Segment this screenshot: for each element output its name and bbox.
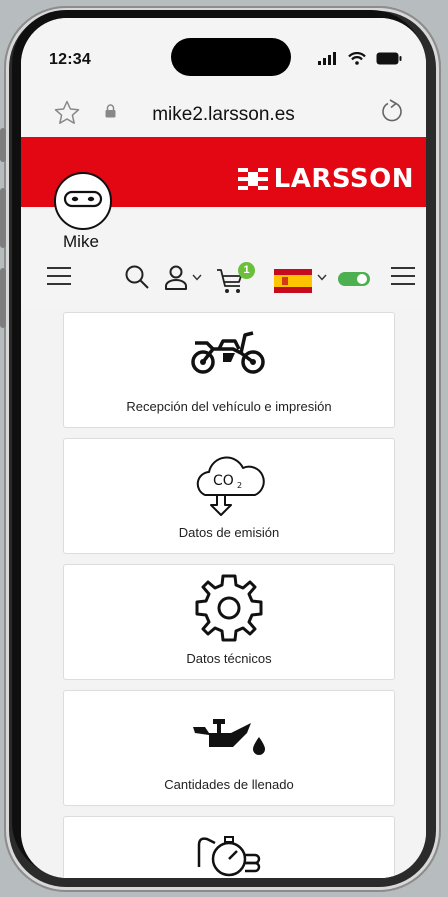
volume-down-button (0, 268, 6, 328)
wifi-icon (348, 51, 366, 65)
avatar[interactable] (54, 172, 112, 230)
battery-icon (376, 52, 402, 64)
options-menu-icon[interactable] (391, 266, 415, 286)
helmet-face-icon (63, 190, 103, 208)
checkered-logo-icon (237, 168, 268, 190)
spain-flag-icon[interactable] (274, 269, 312, 293)
dynamic-island (171, 38, 291, 76)
card-emission-data[interactable]: CO 2 Datos de emisión (63, 438, 395, 554)
svg-text:CO: CO (213, 473, 234, 489)
stopwatch-hand-icon (197, 836, 261, 877)
svg-text:2: 2 (237, 481, 242, 490)
signal-icon (318, 51, 336, 65)
motorcycle-icon (191, 331, 265, 374)
phone-screen: 12:34 mike2.larsson.es LARSSON Mike 1 Re… (21, 18, 426, 878)
gear-icon (195, 574, 263, 642)
card-filling-quantities[interactable]: Cantidades de llenado (63, 690, 395, 806)
status-bar: 12:34 (21, 18, 426, 88)
volume-up-button (0, 188, 6, 248)
user-name: Mike (63, 232, 99, 251)
toggle-switch-icon[interactable] (338, 272, 370, 286)
nav-bar (21, 254, 426, 304)
status-time: 12:34 (49, 51, 91, 68)
larsson-logo[interactable]: LARSSON (237, 164, 414, 194)
menu-icon[interactable] (47, 266, 71, 286)
cart-count-badge: 1 (238, 262, 255, 279)
card-label: Recepción del vehículo e impresión (126, 399, 332, 414)
status-icons (318, 51, 402, 65)
reload-icon[interactable] (380, 99, 404, 125)
user-account-icon[interactable] (164, 265, 190, 291)
chevron-down-icon[interactable] (192, 274, 202, 281)
card-service-time[interactable] (63, 816, 395, 878)
action-button (0, 128, 6, 162)
language-chevron-down-icon[interactable] (317, 274, 327, 281)
url-text[interactable]: mike2.larsson.es (21, 104, 426, 126)
card-label: Cantidades de llenado (164, 777, 294, 792)
card-vehicle-reception[interactable]: Recepción del vehículo e impresión (63, 312, 395, 428)
card-technical-data[interactable]: Datos técnicos (63, 564, 395, 680)
brand-name: LARSSON (273, 164, 414, 194)
oil-can-icon (193, 719, 265, 755)
search-icon[interactable] (125, 265, 149, 289)
co2-cloud-icon: CO 2 (196, 456, 265, 516)
card-label: Datos técnicos (186, 651, 272, 666)
address-bar[interactable]: mike2.larsson.es (21, 88, 426, 138)
card-label: Datos de emisión (178, 525, 280, 540)
